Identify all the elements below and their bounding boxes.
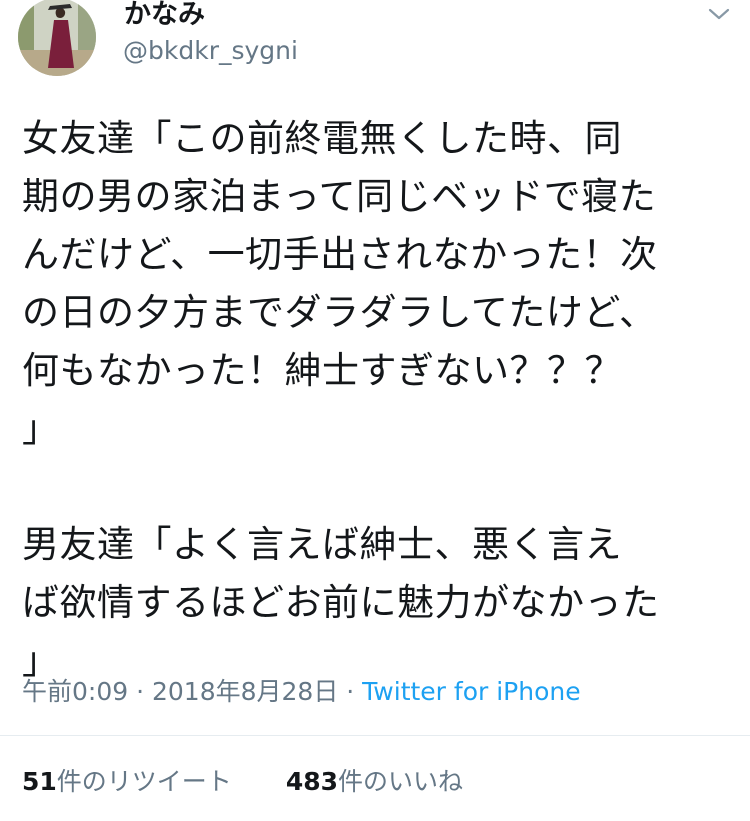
likes-stat[interactable]: 483件のいいね (286, 765, 463, 799)
tweet-paragraph: 女友達「この前終電無くした時、同 期の男の家泊まって同じベッドで寝た んだけど、… (22, 110, 737, 458)
tweet-line: ば欲情するほどお前に魅力がなかった (22, 581, 660, 624)
tweet-source-link[interactable]: Twitter for iPhone (362, 677, 580, 706)
likes-label: 件のいいね (338, 767, 464, 796)
tweet-header: かなみ @bkdkr_sygni (0, 0, 750, 90)
user-handle[interactable]: @bkdkr_sygni (123, 34, 298, 68)
retweets-count: 51 (22, 767, 57, 796)
avatar-photo (18, 0, 96, 76)
chevron-down-icon[interactable] (706, 4, 732, 24)
tweet-time[interactable]: 午前0:09 (22, 677, 128, 706)
meta-separator: · (338, 677, 363, 706)
display-name[interactable]: かなみ (124, 0, 205, 32)
tweet-stats: 51件のリツイート 483件のいいね (22, 765, 463, 799)
tweet-line: 何もなかった！紳士すぎない？？？ (22, 349, 622, 392)
tweet-paragraph: 男友達「よく言えば紳士、悪く言え ば欲情するほどお前に魅力がなかった 」 (22, 516, 737, 690)
tweet-line: んだけど、一切手出されなかった！次 (22, 233, 658, 276)
tweet-text: 女友達「この前終電無くした時、同 期の男の家泊まって同じベッドで寝た んだけど、… (22, 110, 737, 690)
tweet-line: の日の夕方までダラダラしてたけど、 (22, 291, 657, 334)
likes-count: 483 (285, 767, 338, 796)
retweets-label: 件のリツイート (56, 767, 232, 796)
meta-separator: · (128, 677, 152, 706)
tweet-line: 男友達「よく言えば紳士、悪く言え (22, 523, 622, 566)
tweet-date[interactable]: 2018年8月28日 (152, 677, 338, 706)
tweet-line: 」 (22, 407, 60, 450)
tweet-line: 期の男の家泊まって同じベッドで寝た (22, 175, 657, 218)
divider (0, 735, 750, 736)
tweet-line: 女友達「この前終電無くした時、同 (22, 117, 622, 160)
avatar[interactable] (18, 0, 96, 76)
tweet-meta: 午前0:09 · 2018年8月28日 · Twitter for iPhone (22, 675, 581, 709)
retweets-stat[interactable]: 51件のリツイート (22, 765, 232, 799)
